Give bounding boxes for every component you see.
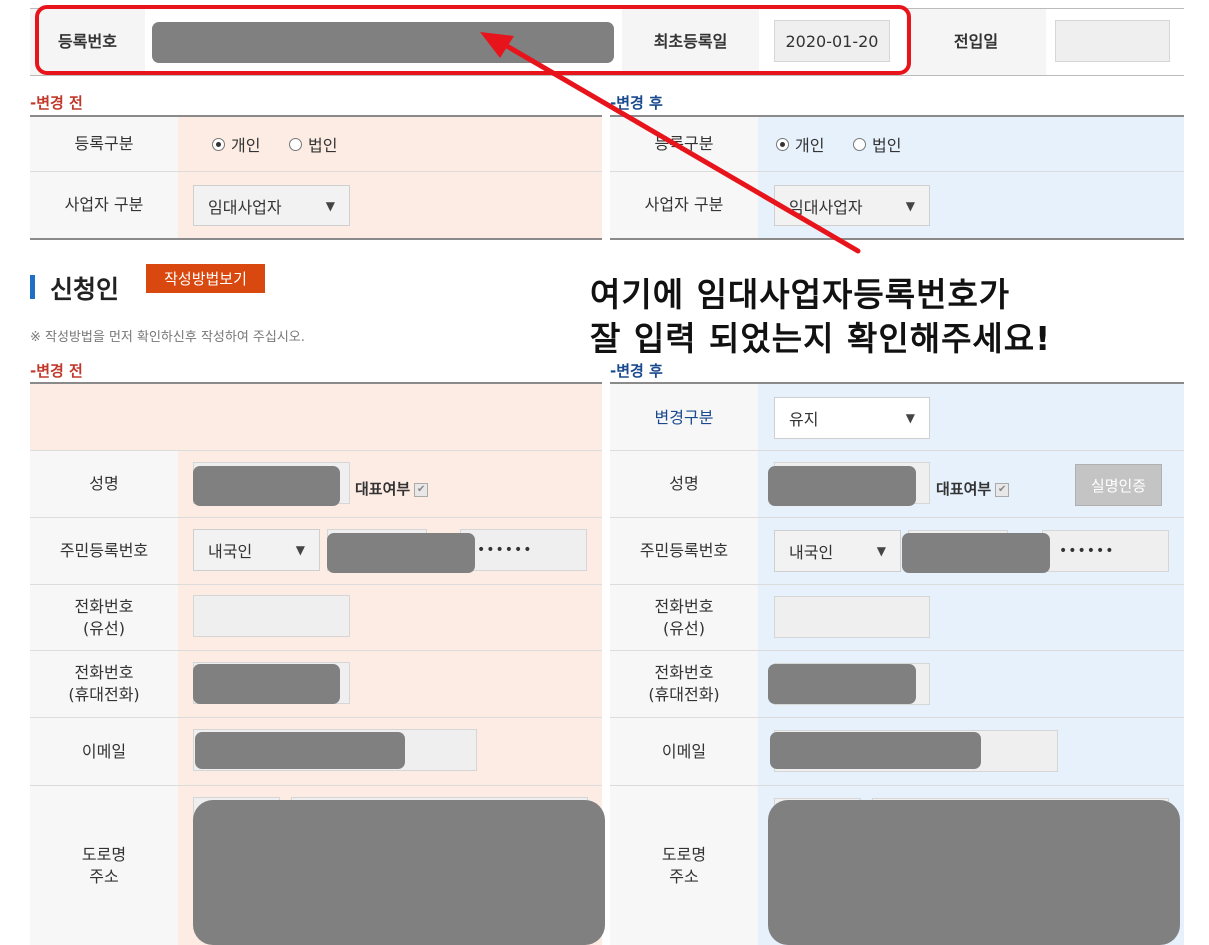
arrow-shaft (497, 39, 861, 254)
annotation-arrow (480, 32, 861, 254)
